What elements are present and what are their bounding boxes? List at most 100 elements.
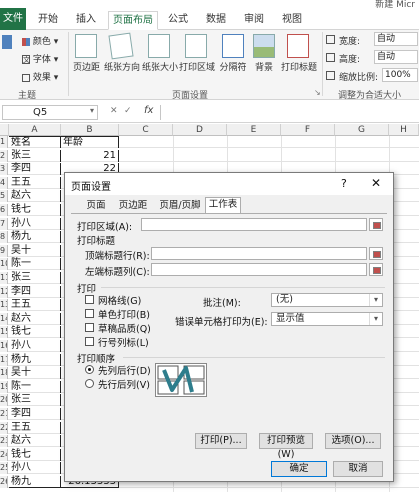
cell[interactable]: 李四 <box>9 163 61 176</box>
cell[interactable]: 赵六 <box>9 190 61 203</box>
cell[interactable]: 赵六 <box>9 435 61 448</box>
row-header[interactable]: 16 <box>0 340 8 352</box>
tab-sheet[interactable]: 工作表 <box>205 197 241 213</box>
rows-repeat-input[interactable] <box>151 247 367 260</box>
cancel-button[interactable]: 取消 <box>333 461 383 477</box>
cell[interactable]: 张三 <box>9 394 61 407</box>
row-header[interactable]: 25 <box>0 462 8 475</box>
row-header[interactable]: 21 <box>0 408 8 420</box>
cols-repeat-input[interactable] <box>151 263 367 276</box>
row-header[interactable]: 10 <box>0 258 8 271</box>
cell[interactable]: 张三 <box>9 272 61 284</box>
breaks-button[interactable]: 分隔符 <box>217 60 249 73</box>
cell[interactable]: 孙八 <box>9 340 61 352</box>
over-then-down-radio[interactable] <box>85 379 94 388</box>
tab-review[interactable]: 审阅 <box>240 11 268 29</box>
print-button[interactable]: 打印(P)... <box>195 433 247 449</box>
cell[interactable]: 钱七 <box>9 204 61 216</box>
row-header[interactable]: 22 <box>0 421 8 434</box>
tab-header-footer[interactable]: 页眉/页脚 <box>155 199 205 213</box>
tab-file[interactable]: 文件 <box>0 8 26 30</box>
cell[interactable]: 陈一 <box>9 380 61 393</box>
row-header[interactable]: 14 <box>0 312 8 325</box>
cell[interactable]: 孙八 <box>9 462 61 475</box>
cell[interactable]: 王五 <box>9 299 61 312</box>
row-col-headings-checkbox[interactable] <box>85 337 94 346</box>
background-button[interactable]: 背景 <box>250 60 278 73</box>
print-area-button[interactable]: 打印区域 <box>177 60 217 73</box>
themes-icon[interactable] <box>2 35 12 49</box>
column-header[interactable]: E <box>227 124 281 136</box>
row-header[interactable]: 4 <box>0 176 8 189</box>
name-box-dropdown-icon[interactable]: ▾ <box>90 106 94 115</box>
cell[interactable]: 姓名 <box>9 136 61 148</box>
dialog-launcher-icon[interactable]: ↘ <box>314 88 321 97</box>
row-header[interactable]: 5 <box>0 190 8 203</box>
tab-formulas[interactable]: 公式 <box>164 11 192 29</box>
row-header[interactable]: 2 <box>0 149 8 162</box>
row-header[interactable]: 19 <box>0 380 8 393</box>
cell[interactable]: 年龄 <box>61 136 119 148</box>
theme-effects-button[interactable]: 效果 ▾ <box>22 70 58 83</box>
row-header[interactable]: 11 <box>0 272 8 284</box>
help-button[interactable]: ? <box>341 177 347 190</box>
print-area-input[interactable] <box>141 218 367 231</box>
cell[interactable]: 21 <box>61 149 119 162</box>
ok-button[interactable]: 确定 <box>271 461 327 477</box>
select-all-corner[interactable] <box>0 124 9 136</box>
cell[interactable]: 李四 <box>9 285 61 298</box>
tab-view[interactable]: 视图 <box>278 11 306 29</box>
insert-function-icon[interactable]: fx <box>144 105 153 116</box>
theme-colors-button[interactable]: 颜色 ▾ <box>22 34 58 47</box>
options-button[interactable]: 选项(O)... <box>325 433 381 449</box>
cell[interactable]: 吴十 <box>9 244 61 257</box>
row-header[interactable]: 18 <box>0 367 8 380</box>
comments-select[interactable]: (无) ▾ <box>271 293 383 307</box>
row-header[interactable]: 6 <box>0 204 8 216</box>
column-header[interactable]: D <box>173 124 227 136</box>
tab-home[interactable]: 开始 <box>34 11 62 29</box>
black-white-checkbox[interactable] <box>85 309 94 318</box>
formula-input[interactable] <box>160 105 419 120</box>
height-select[interactable]: 自动 <box>374 50 418 64</box>
row-header[interactable]: 7 <box>0 217 8 230</box>
tab-page-layout[interactable]: 页面布局 <box>108 11 158 30</box>
cols-repeat-picker-icon[interactable] <box>369 263 383 276</box>
row-header[interactable]: 26 <box>0 476 8 488</box>
cell[interactable]: 赵六 <box>9 312 61 325</box>
row-header[interactable]: 9 <box>0 244 8 257</box>
size-button[interactable]: 纸张大小 <box>141 60 179 73</box>
cell[interactable]: 王五 <box>9 176 61 189</box>
errors-select[interactable]: 显示值 ▾ <box>271 312 383 326</box>
print-preview-button[interactable]: 打印预览(W) <box>259 433 313 460</box>
draft-checkbox[interactable] <box>85 323 94 332</box>
cell[interactable]: 杨九 <box>9 476 61 488</box>
cell[interactable]: 孙八 <box>9 217 61 230</box>
row-header[interactable]: 8 <box>0 231 8 244</box>
confirm-entry-icon[interactable]: ✓ <box>124 106 132 116</box>
cell[interactable]: 钱七 <box>9 326 61 339</box>
cell[interactable]: 张三 <box>9 149 61 162</box>
cell[interactable]: 钱七 <box>9 448 61 461</box>
column-header[interactable]: G <box>335 124 389 136</box>
cell[interactable]: 李四 <box>9 408 61 420</box>
column-header[interactable]: A <box>9 124 61 136</box>
row-header[interactable]: 13 <box>0 299 8 312</box>
width-select[interactable]: 自动 <box>374 32 418 46</box>
row-header[interactable]: 17 <box>0 353 8 366</box>
tab-page[interactable]: 页面 <box>81 199 111 213</box>
row-header[interactable]: 1 <box>0 136 8 148</box>
column-header[interactable]: C <box>119 124 173 136</box>
tab-margins[interactable]: 页边距 <box>115 199 151 213</box>
cell[interactable]: 杨九 <box>9 353 61 366</box>
cell[interactable]: 王五 <box>9 421 61 434</box>
column-header[interactable]: B <box>61 124 119 136</box>
cell[interactable]: 吴十 <box>9 367 61 380</box>
close-button[interactable]: ✕ <box>371 176 381 190</box>
theme-fonts-button[interactable]: 文 字体 ▾ <box>22 52 58 65</box>
rows-repeat-picker-icon[interactable] <box>369 247 383 260</box>
down-then-over-radio[interactable] <box>85 365 94 374</box>
row-header[interactable]: 3 <box>0 163 8 176</box>
scale-input[interactable]: 100% <box>382 68 418 82</box>
row-header[interactable]: 24 <box>0 448 8 461</box>
